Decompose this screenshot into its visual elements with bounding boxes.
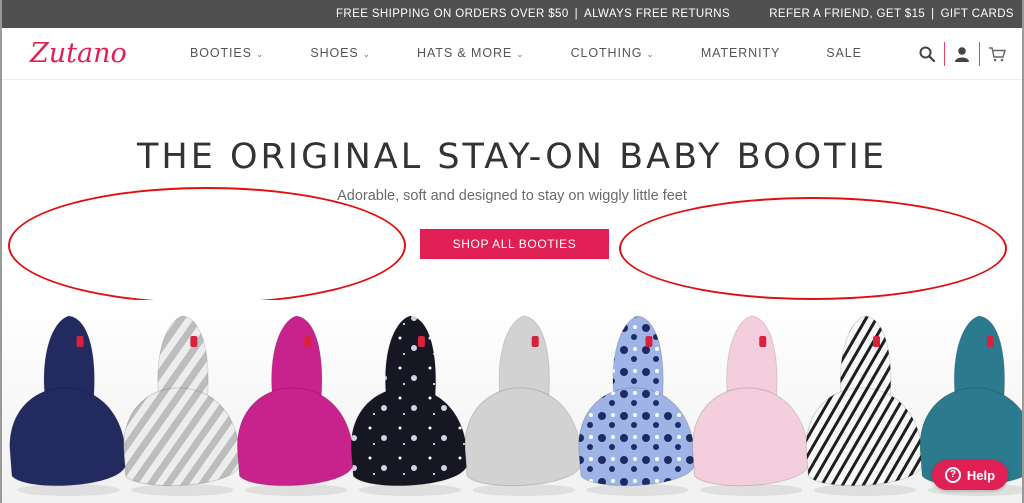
promo-shipping-link[interactable]: FREE SHIPPING ON ORDERS OVER $50 xyxy=(336,8,569,20)
bootie-tag xyxy=(645,336,653,347)
header-divider xyxy=(979,42,980,66)
header-icons xyxy=(916,42,1008,66)
booties-hero-image[interactable] xyxy=(2,300,1024,503)
promo-center: FREE SHIPPING ON ORDERS OVER $50 | ALWAYS … xyxy=(336,8,730,20)
help-question-icon: ? xyxy=(944,467,961,483)
promo-returns-link[interactable]: ALWAYS FREE RETURNS xyxy=(584,8,730,20)
bootie-tag xyxy=(417,336,425,347)
nav-item-shoes[interactable]: SHOES ⌄ xyxy=(310,46,371,60)
page: FREE SHIPPING ON ORDERS OVER $50 | ALWAYS … xyxy=(0,0,1024,503)
account-icon[interactable] xyxy=(951,43,973,65)
main-nav: BOOTIES ⌄ SHOES ⌄ HATS & MORE ⌄ CLOTHING ⌄ M… xyxy=(190,46,908,60)
nav-label: SALE xyxy=(826,46,862,60)
nav-item-sale[interactable]: SALE xyxy=(826,46,862,60)
chevron-down-icon: ⌄ xyxy=(362,49,372,59)
gift-cards-link[interactable]: GIFT CARDS xyxy=(941,8,1014,20)
annotation-ellipse-right xyxy=(619,197,1007,300)
nav-label: HATS & MORE xyxy=(417,46,513,60)
refer-friend-link[interactable]: REFER A FRIEND, GET $15 xyxy=(769,8,925,20)
logo-text: Zutano xyxy=(29,38,127,69)
nav-label: MATERNITY xyxy=(700,46,781,60)
bootie-tag xyxy=(190,336,198,347)
nav-label: CLOTHING xyxy=(570,46,643,60)
nav-item-hats-more[interactable]: HATS & MORE ⌄ xyxy=(417,46,525,60)
promo-right: REFER A FRIEND, GET $15 | GIFT CARDS xyxy=(769,8,1014,20)
bootie-tag xyxy=(873,336,881,347)
help-label: Help xyxy=(966,467,996,483)
bootie-tag xyxy=(986,336,994,347)
site-header: Zutano BOOTIES ⌄ SHOES ⌄ HATS & MORE ⌄ CLOT… xyxy=(2,28,1022,80)
help-button[interactable]: ? Help xyxy=(932,460,1008,490)
hero-subtitle: Adorable, soft and designed to stay on w… xyxy=(337,188,687,204)
promo-separator-2: | xyxy=(931,8,935,20)
nav-label: SHOES xyxy=(310,46,359,60)
shop-all-booties-button[interactable]: SHOP ALL BOOTIES xyxy=(420,229,609,259)
promo-separator: | xyxy=(574,8,579,20)
bootie-tag xyxy=(759,336,767,347)
cart-icon[interactable] xyxy=(986,43,1008,65)
chevron-down-icon: ⌄ xyxy=(516,49,525,59)
promo-bar: FREE SHIPPING ON ORDERS OVER $50 | ALWAYS … xyxy=(2,0,1022,28)
nav-item-booties[interactable]: BOOTIES ⌄ xyxy=(190,46,264,60)
bootie-tag xyxy=(304,336,312,347)
bootie-tag xyxy=(76,336,84,347)
nav-item-clothing[interactable]: CLOTHING ⌄ xyxy=(571,46,655,60)
annotation-ellipse-left xyxy=(8,187,406,304)
header-divider xyxy=(944,42,945,66)
zutano-logo[interactable]: Zutano xyxy=(28,35,138,71)
hero-title: THE ORIGINAL STAY-ON BABY BOOTIE xyxy=(137,137,887,177)
chevron-down-icon: ⌄ xyxy=(255,49,265,59)
search-icon[interactable] xyxy=(916,43,938,65)
bootie-tag xyxy=(531,336,539,347)
chevron-down-icon: ⌄ xyxy=(646,49,655,59)
nav-label: BOOTIES xyxy=(190,46,252,60)
nav-item-maternity[interactable]: MATERNITY xyxy=(701,46,780,60)
